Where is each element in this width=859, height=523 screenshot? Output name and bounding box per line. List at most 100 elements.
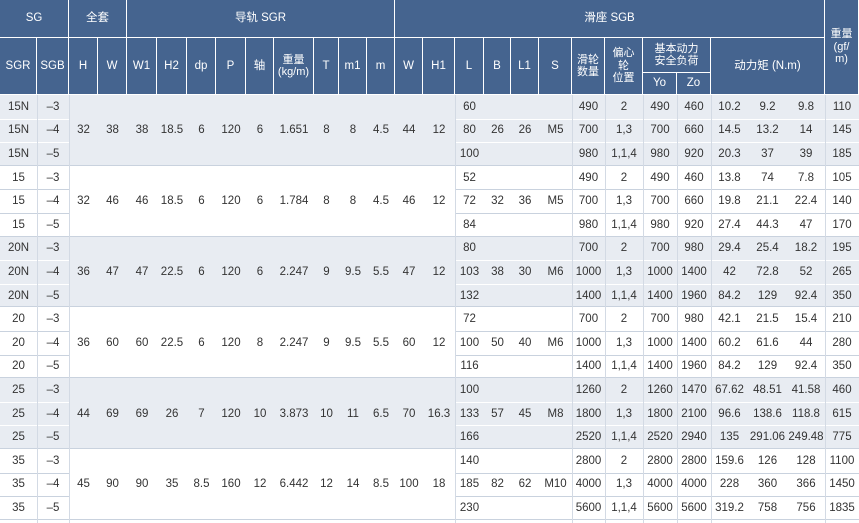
cell-Zo: 1400 (681, 336, 707, 349)
header-T: T (314, 38, 339, 95)
cell-wt: 1450 (829, 478, 855, 491)
cell-ecc: 1,3 (616, 407, 632, 420)
cell-H1: 12 (432, 336, 446, 349)
cell-L: 80 (463, 124, 476, 137)
cell-axis: 10 (253, 407, 267, 420)
cell-W1: 47 (135, 265, 149, 278)
cell-sgr: 15N (7, 124, 30, 137)
cell-ecc: 2 (620, 313, 628, 326)
cell-B: 50 (491, 336, 504, 349)
cell-M2: 72.8 (756, 265, 779, 278)
cell-M3: 366 (796, 478, 816, 491)
cell-L1: 30 (518, 265, 532, 278)
cell-Yo: 1400 (647, 289, 673, 302)
cell-S: M10 (544, 478, 567, 491)
cell-M2: 37 (761, 147, 774, 160)
cell-L1: 45 (518, 407, 532, 420)
cell-T: 8 (323, 124, 330, 137)
cell-sgr: 20N (7, 242, 30, 255)
cell-sgb: –4 (46, 195, 60, 208)
cell-sgb: –5 (46, 431, 60, 444)
cell-H1: 12 (432, 124, 446, 137)
cell-Zo: 460 (684, 100, 704, 113)
cell-sgb: –3 (46, 171, 60, 184)
header-eccentric: 偏心 轮 位置 (605, 38, 643, 95)
cell-wt: 1835 (829, 501, 855, 514)
header-sgb: SGB (37, 38, 69, 95)
cell-M2: 9.2 (759, 100, 776, 113)
header-sg: SG (0, 0, 69, 38)
cell-Yo: 1000 (647, 265, 673, 278)
header-full-set: 全套 (69, 0, 127, 38)
cell-M1: 20.3 (718, 147, 741, 160)
header-W: W (98, 38, 127, 95)
cell-sgb: –4 (46, 336, 60, 349)
cell-H1: 12 (432, 265, 446, 278)
cell-M2: 126 (757, 454, 778, 467)
cell-L: 116 (460, 360, 479, 373)
group-divider (0, 518, 859, 520)
header-axis: 轴 (246, 38, 274, 95)
cell-H: 36 (77, 265, 90, 278)
cell-bW: 44 (402, 124, 416, 137)
cell-M1: 135 (719, 431, 740, 444)
cell-n: 2520 (575, 431, 602, 444)
cell-bW: 70 (402, 407, 416, 420)
cell-T: 9 (323, 336, 330, 349)
cell-H: 45 (77, 478, 90, 491)
cell-sgb: –4 (46, 124, 60, 137)
cell-rail_weight: 2.247 (279, 336, 309, 349)
cell-wt: 1100 (829, 454, 855, 467)
cell-H2: 35 (165, 478, 179, 491)
cell-M1: 228 (719, 478, 740, 491)
cell-W: 69 (106, 407, 119, 420)
cell-H2: 26 (165, 407, 179, 420)
cell-M3: 118.8 (792, 407, 820, 420)
cell-B: 57 (491, 407, 504, 420)
cell-bW: 100 (399, 478, 419, 491)
cell-M3: 41.58 (791, 383, 821, 396)
cell-T: 9 (323, 265, 330, 278)
cell-M1: 84.2 (718, 360, 741, 373)
cell-L: 100 (459, 383, 480, 396)
cell-dp: 6 (198, 195, 205, 208)
cell-Zo: 1470 (681, 383, 707, 396)
cell-M1: 96.6 (718, 407, 741, 420)
cell-M1: 13.8 (718, 171, 741, 184)
cell-wt: 350 (832, 360, 852, 373)
cell-m: 4.5 (373, 124, 389, 137)
cell-sgb: –3 (46, 100, 60, 113)
cell-H1: 16.3 (427, 407, 451, 420)
cell-wt: 280 (832, 336, 852, 349)
cell-ecc: 1,1,4 (611, 289, 637, 302)
cell-ecc: 1,1,4 (611, 360, 637, 373)
header-pulley-count-text: 滑轮 数量 (577, 53, 599, 79)
header-m1: m1 (339, 38, 367, 95)
cell-M3: 47 (799, 218, 813, 231)
cell-L1: 62 (518, 478, 532, 491)
cell-wt: 185 (832, 147, 852, 160)
cell-Zo: 980 (684, 313, 704, 326)
cell-M1: 42 (723, 265, 736, 278)
cell-m: 6.5 (373, 407, 389, 420)
cell-Zo: 4000 (681, 478, 707, 491)
cell-B: 26 (491, 124, 504, 137)
cell-L: 52 (463, 171, 476, 184)
cell-M2: 129 (757, 360, 778, 373)
cell-M1: 14.5 (718, 124, 741, 137)
header-P: P (216, 38, 246, 95)
cell-ecc: 1,1,4 (611, 501, 637, 514)
header-m: m (367, 38, 395, 95)
cell-sgr: 15N (7, 147, 30, 160)
cell-L: 72 (463, 313, 476, 326)
cell-L1: 40 (518, 336, 532, 349)
cell-m1: 14 (346, 478, 360, 491)
cell-dp: 8.5 (193, 478, 210, 491)
cell-ecc: 1,1,4 (611, 147, 637, 160)
cell-sgr: 15 (12, 218, 25, 231)
cell-Zo: 660 (684, 195, 704, 208)
cell-wt: 615 (832, 407, 852, 420)
cell-bW: 60 (402, 336, 416, 349)
cell-Yo: 700 (650, 195, 670, 208)
cell-M2: 21.5 (756, 313, 779, 326)
